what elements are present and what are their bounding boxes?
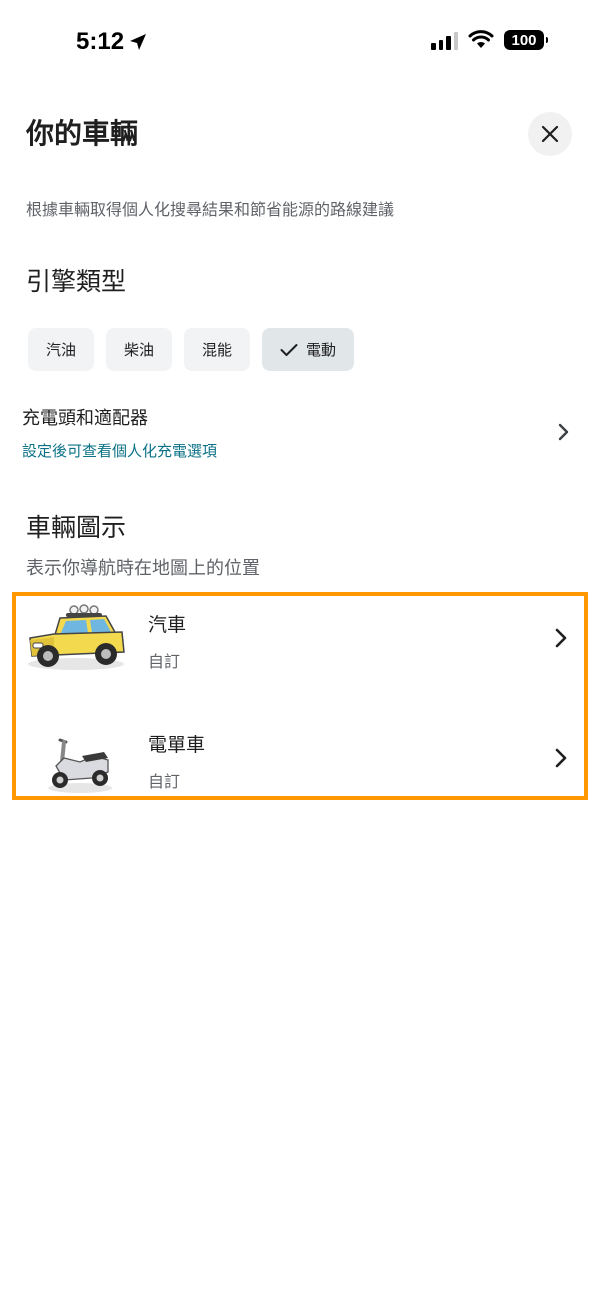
charger-subtitle: 設定後可查看個人化充電選項 [22, 442, 218, 460]
status-indicators: 100 [431, 30, 548, 50]
vehicle-name: 汽車 [148, 614, 187, 636]
page-subtitle: 根據車輛取得個人化搜尋結果和節省能源的路線建議 [26, 200, 395, 219]
vehicle-icon-subtitle: 表示你導航時在地圖上的位置 [26, 558, 260, 579]
chevron-right-icon [555, 628, 567, 648]
yellow-truck-icon [28, 604, 125, 670]
chip-label: 混能 [202, 341, 233, 359]
checkmark-icon [280, 343, 298, 356]
chip-label: 電動 [306, 341, 337, 359]
chip-electric[interactable]: 電動 [262, 328, 355, 371]
close-button[interactable] [528, 112, 572, 156]
vehicle-settings-page: 5:12 100 你的車輛 根據車輛取得個人化搜尋結果和節省能源的路線建議 引擎… [0, 0, 600, 1304]
vehicle-icon-heading: 車輛圖示 [26, 513, 127, 542]
vehicle-row-car[interactable]: 汽車 自訂 [16, 596, 580, 696]
scooter-icon [48, 738, 112, 793]
charger-adapter-row[interactable]: 充電頭和適配器 設定後可查看個人化充電選項 [0, 398, 600, 468]
engine-type-heading: 引擎類型 [26, 267, 127, 296]
chip-label: 柴油 [124, 341, 155, 359]
vehicle-desc: 自訂 [148, 772, 181, 791]
chip-petrol[interactable]: 汽油 [28, 328, 95, 371]
wifi-icon [468, 30, 494, 48]
vehicle-name: 電單車 [148, 734, 206, 756]
chevron-right-icon [558, 423, 569, 441]
status-time-text: 5:12 [76, 28, 125, 55]
close-icon [541, 125, 559, 143]
vehicle-desc: 自訂 [148, 652, 181, 671]
engine-type-chips: 汽油 柴油 混能 電動 [28, 328, 355, 371]
battery-icon: 100 [504, 30, 548, 50]
chevron-right-icon [555, 748, 567, 768]
battery-level: 100 [511, 31, 537, 49]
vehicle-row-scooter[interactable]: 電單車 自訂 [16, 716, 580, 816]
charger-title: 充電頭和適配器 [22, 408, 148, 429]
status-time: 5:12 [76, 28, 148, 56]
cellular-signal-icon [431, 30, 458, 50]
chip-diesel[interactable]: 柴油 [106, 328, 173, 371]
location-arrow-icon [130, 34, 147, 50]
page-title: 你的車輛 [26, 117, 139, 150]
chip-hybrid[interactable]: 混能 [184, 328, 251, 371]
chip-label: 汽油 [46, 341, 77, 359]
